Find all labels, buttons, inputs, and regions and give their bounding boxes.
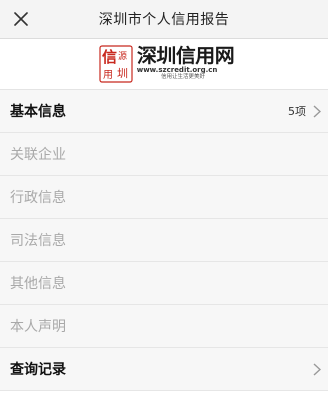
credit-seal-logo: 信 源 用 圳 <box>99 45 133 83</box>
section-row-judicial-info: 司法信息 <box>0 219 328 262</box>
svg-text:圳: 圳 <box>117 67 128 80</box>
svg-text:信: 信 <box>102 48 117 66</box>
svg-text:源: 源 <box>118 51 127 62</box>
section-row-personal-statement: 本人声明 <box>0 305 328 348</box>
section-label: 查询记录 <box>10 362 66 378</box>
logo-text-block: 深圳信用网 www.szcredit.org.cn 信用让生活更美好 <box>137 47 235 81</box>
logo-site-name: 深圳信用网 <box>136 45 235 68</box>
section-row-right: 5项 <box>288 90 322 132</box>
section-row-basic-info[interactable]: 基本信息 5项 <box>0 90 328 133</box>
close-button[interactable] <box>10 8 32 30</box>
section-count: 5项 <box>288 105 306 118</box>
section-label: 关联企业 <box>10 147 66 163</box>
section-label: 基本信息 <box>10 104 66 120</box>
page-title: 深圳市个人信用报告 <box>98 12 230 28</box>
section-label: 其他信息 <box>10 276 66 292</box>
credit-report-screen: 深圳市个人信用报告 信 源 用 圳 深圳信用网 www.szcredit.org… <box>0 0 328 398</box>
section-row-query-records[interactable]: 查询记录 <box>0 348 328 391</box>
section-row-related-companies: 关联企业 <box>0 133 328 176</box>
section-label: 本人声明 <box>10 319 66 335</box>
logo-slogan: 信用让生活更美好 <box>160 74 205 81</box>
szcredit-banner: 信 源 用 圳 深圳信用网 www.szcredit.org.cn 信用让生活更… <box>0 39 328 90</box>
svg-text:用: 用 <box>103 70 113 81</box>
section-row-administrative-info: 行政信息 <box>0 176 328 219</box>
section-row-other-info: 其他信息 <box>0 262 328 305</box>
szcredit-logo: 信 源 用 圳 深圳信用网 www.szcredit.org.cn 信用让生活更… <box>99 45 235 83</box>
close-icon <box>14 12 28 26</box>
section-row-right <box>312 348 322 390</box>
chevron-right-icon <box>312 362 322 376</box>
nav-header: 深圳市个人信用报告 <box>0 0 328 39</box>
chevron-right-icon <box>312 104 322 118</box>
section-label: 行政信息 <box>10 190 66 206</box>
report-section-list: 基本信息 5项 关联企业 行政信息 司法信息 其他信息 本人声明 查询记录 <box>0 90 328 391</box>
section-label: 司法信息 <box>10 233 66 249</box>
